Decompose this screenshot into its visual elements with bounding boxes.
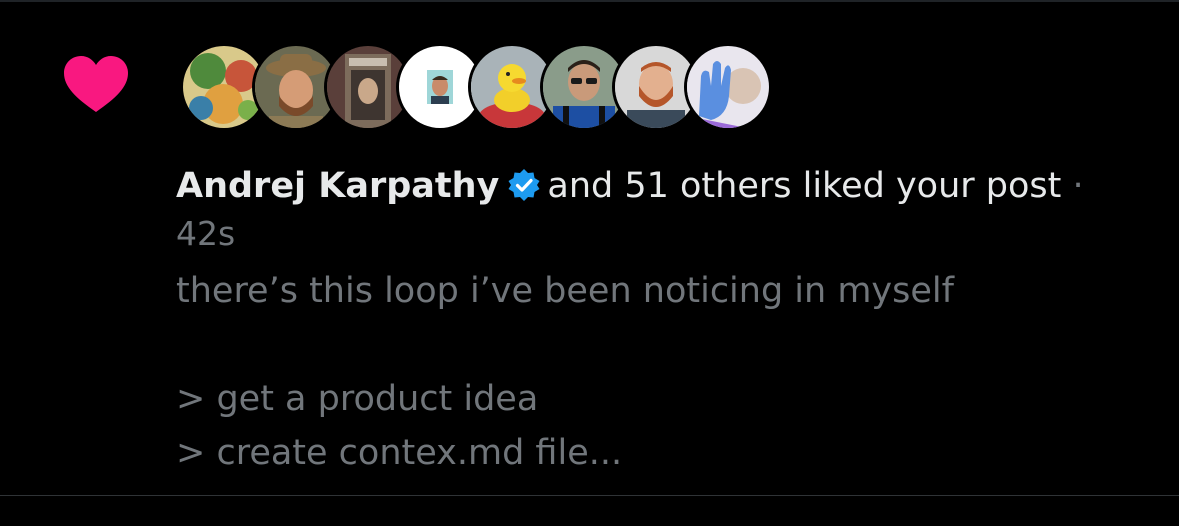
action-text: and 51 others liked your post xyxy=(547,166,1062,206)
liker-avatars[interactable] xyxy=(180,43,772,131)
post-line: > create contex.md file... xyxy=(176,433,623,473)
post-line: there’s this loop i’ve been noticing in … xyxy=(176,271,954,311)
bottom-divider xyxy=(0,495,1179,496)
post-line: > get a product idea xyxy=(176,379,539,419)
timestamp: 42s xyxy=(176,214,236,253)
heart-icon xyxy=(62,54,130,114)
notification-content[interactable]: Andrej Karpathy and 51 others liked your … xyxy=(176,160,1156,480)
liker-name[interactable]: Andrej Karpathy xyxy=(176,166,499,206)
separator-dot: · xyxy=(1072,166,1084,206)
post-line xyxy=(176,318,1156,372)
notification-headline: Andrej Karpathy and 51 others liked your … xyxy=(176,160,1156,212)
verified-badge-icon xyxy=(507,165,541,201)
post-preview[interactable]: there’s this loop i’ve been noticing in … xyxy=(176,264,1156,480)
top-divider xyxy=(0,0,1179,2)
raised-hand-avatar[interactable] xyxy=(684,43,772,131)
